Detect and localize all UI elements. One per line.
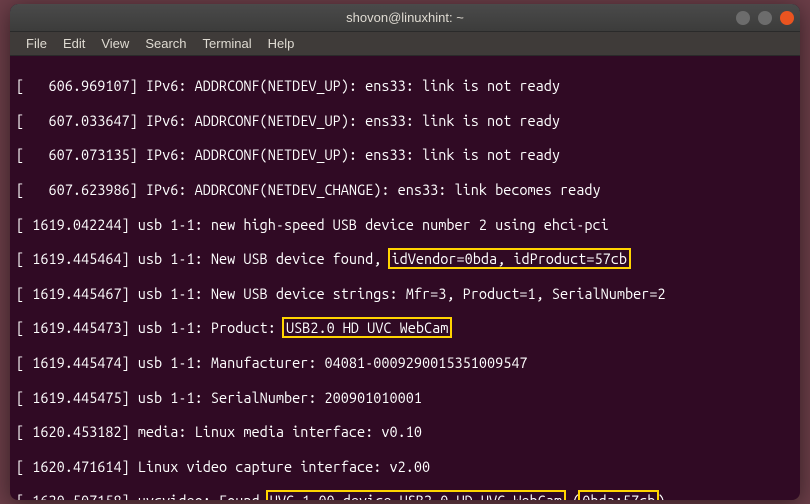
window-controls [736, 11, 794, 25]
log-line: [ 1619.445467] usb 1-1: New USB device s… [16, 285, 794, 302]
log-line: [ 606.969107] IPv6: ADDRCONF(NETDEV_UP):… [16, 77, 794, 94]
menu-search[interactable]: Search [137, 33, 194, 54]
log-line: [ 607.033647] IPv6: ADDRCONF(NETDEV_UP):… [16, 112, 794, 129]
menu-terminal[interactable]: Terminal [195, 33, 260, 54]
window-title: shovon@linuxhint: ~ [346, 10, 464, 25]
menubar: File Edit View Search Terminal Help [10, 32, 800, 56]
log-line: [ 1619.042244] usb 1-1: new high-speed U… [16, 216, 794, 233]
log-line: [ 1619.445464] usb 1-1: New USB device f… [16, 250, 794, 267]
log-line: [ 1619.445474] usb 1-1: Manufacturer: 04… [16, 354, 794, 371]
highlight-uvc-device: UVC 1.00 device USB2.0 HD UVC WebCam [266, 490, 566, 500]
menu-view[interactable]: View [93, 33, 137, 54]
minimize-button[interactable] [736, 11, 750, 25]
log-text: [ 1619.445473] usb 1-1: Product: [16, 319, 284, 336]
terminal-window: shovon@linuxhint: ~ File Edit View Searc… [10, 4, 800, 500]
log-line: [ 1620.507158] uvcvideo: Found UVC 1.00 … [16, 492, 794, 500]
log-text: [ 1619.445464] usb 1-1: New USB device f… [16, 250, 390, 267]
log-text: ) [657, 492, 665, 500]
menu-help[interactable]: Help [260, 33, 303, 54]
log-line: [ 607.623986] IPv6: ADDRCONF(NETDEV_CHAN… [16, 181, 794, 198]
log-line: [ 1619.445473] usb 1-1: Product: USB2.0 … [16, 319, 794, 336]
log-line: [ 1619.445475] usb 1-1: SerialNumber: 20… [16, 389, 794, 406]
maximize-button[interactable] [758, 11, 772, 25]
log-line: [ 607.073135] IPv6: ADDRCONF(NETDEV_UP):… [16, 146, 794, 163]
highlight-product: USB2.0 HD UVC WebCam [282, 317, 452, 338]
menu-file[interactable]: File [18, 33, 55, 54]
log-line: [ 1620.471614] Linux video capture inter… [16, 458, 794, 475]
close-button[interactable] [780, 11, 794, 25]
log-text: [ 1620.507158] uvcvideo: Found [16, 492, 268, 500]
titlebar: shovon@linuxhint: ~ [10, 4, 800, 32]
menu-edit[interactable]: Edit [55, 33, 93, 54]
terminal-output[interactable]: [ 606.969107] IPv6: ADDRCONF(NETDEV_UP):… [10, 56, 800, 500]
highlight-vidpid: 0bda:57cb [578, 490, 659, 500]
log-line: [ 1620.453182] media: Linux media interf… [16, 423, 794, 440]
highlight-vendor-product: idVendor=0bda, idProduct=57cb [388, 248, 631, 269]
